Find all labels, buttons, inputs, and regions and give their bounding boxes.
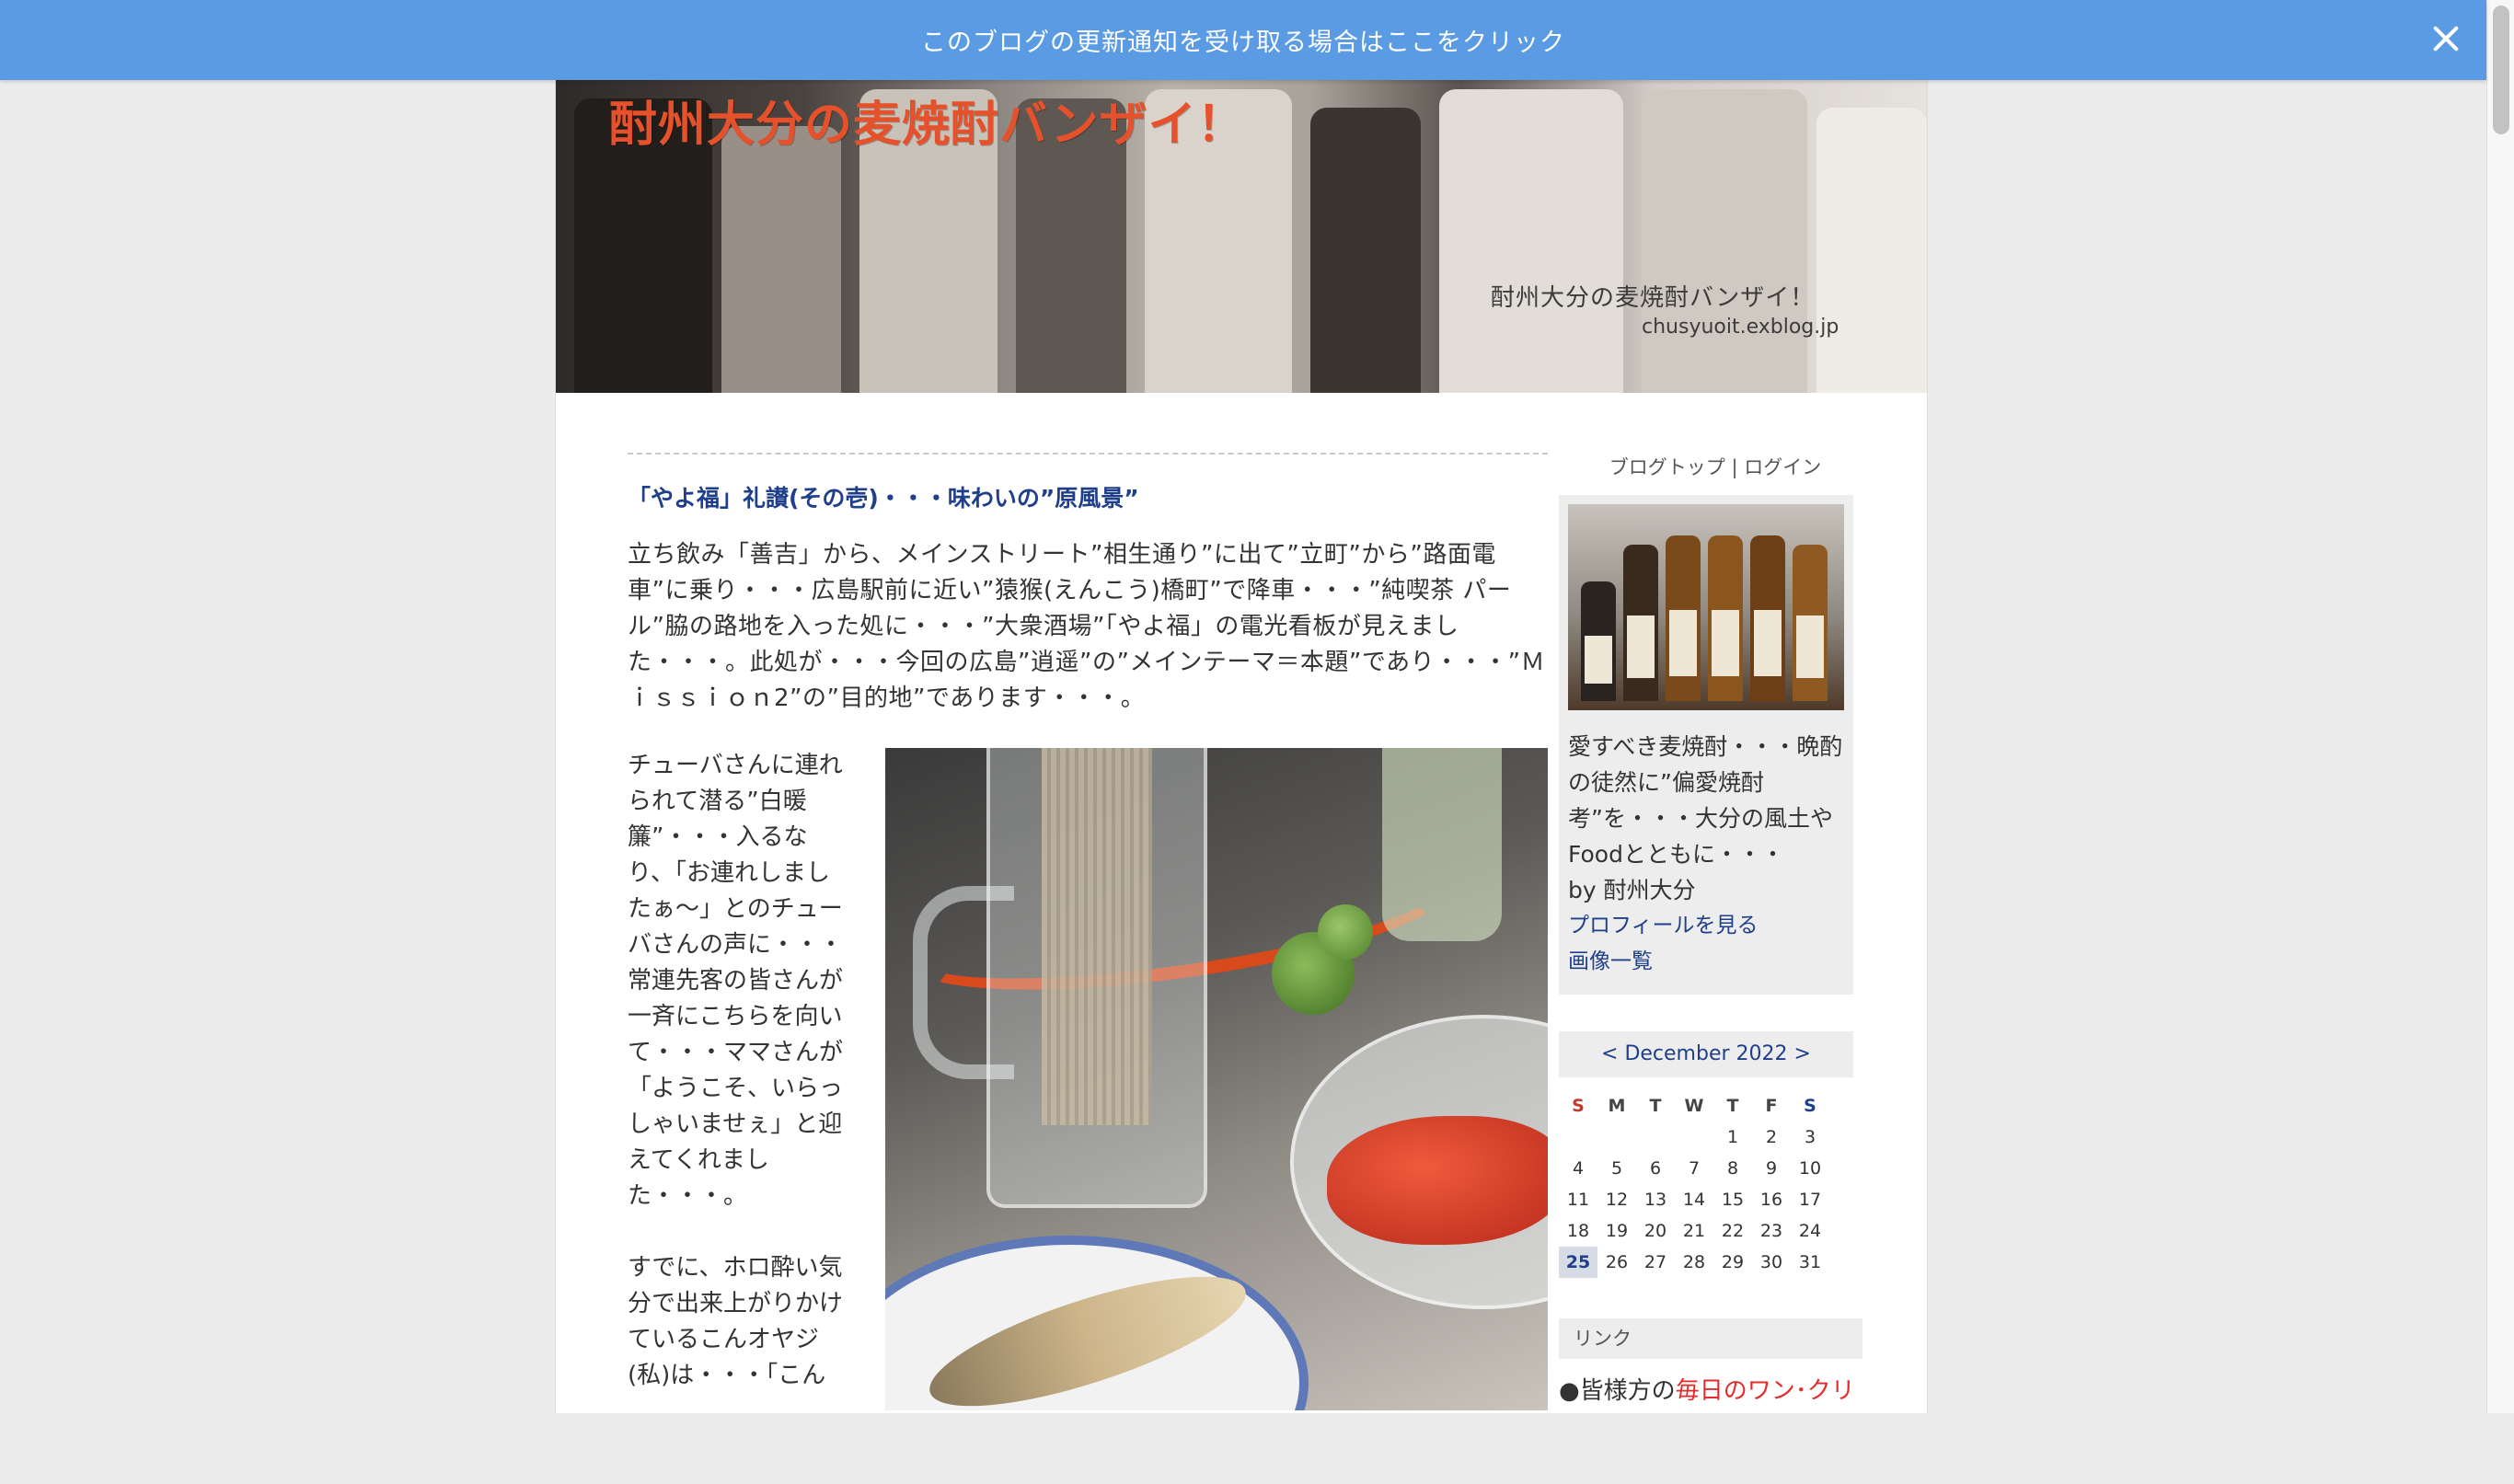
calendar-day[interactable]: 19 (1597, 1215, 1636, 1247)
header-banner[interactable]: 酎州大分の麦焼酎バンザイ！ 酎州大分の麦焼酎バンザイ！ chusyuoit.ex… (556, 80, 1927, 393)
calendar-day[interactable]: 2 (1752, 1122, 1791, 1153)
profile-link[interactable]: プロフィールを見る (1568, 908, 1844, 944)
calendar-day[interactable]: 30 (1752, 1247, 1791, 1278)
post-paragraph: チューバさんに連れられて潜る”白暖簾”・・・入るなり、「お連れしましたぁ～」との… (628, 752, 844, 1210)
calendar-day[interactable]: 16 (1752, 1184, 1791, 1215)
images-link[interactable]: 画像一覧 (1568, 944, 1844, 980)
link-item-prefix: ●皆様方の (1559, 1377, 1676, 1405)
calendar-empty (1597, 1122, 1636, 1153)
banner-bottle (1816, 108, 1927, 393)
blog-page: 酎州大分の麦焼酎バンザイ！ 酎州大分の麦焼酎バンザイ！ chusyuoit.ex… (555, 80, 1928, 1413)
calendar-day[interactable]: 1 (1713, 1122, 1752, 1153)
calendar: < December 2022 > S M T W T F S 1 2 3 4 5 6 7 8 9 10 11 12… (1559, 1031, 1853, 1278)
banner-bottle (1642, 89, 1807, 393)
calendar-day[interactable]: 14 (1675, 1184, 1713, 1215)
profile-box: 愛すべき麦焼酎・・・晩酌の徒然に”偏愛焼酎考”を・・・大分の風土やFoodととも… (1559, 495, 1853, 995)
calendar-day[interactable]: 24 (1791, 1215, 1829, 1247)
calendar-weekday: F (1765, 1096, 1778, 1116)
divider (628, 453, 1548, 454)
calendar-day[interactable]: 17 (1791, 1184, 1829, 1215)
calendar-empty (1559, 1122, 1597, 1153)
post-title[interactable]: 「やよ福」礼讃(その壱)・・・味わいの”原風景” (628, 480, 1548, 513)
close-icon[interactable] (2426, 18, 2466, 59)
calendar-day[interactable]: 23 (1752, 1215, 1791, 1247)
calendar-month: December 2022 (1624, 1042, 1788, 1065)
notification-text[interactable]: このブログの更新通知を受け取る場合はここをクリック (921, 22, 1565, 58)
post-paragraph: 立ち飲み「善吉」から、メインストリート”相生通り”に出て”立町”から”路面電車”… (628, 541, 1546, 712)
calendar-weekday: T (1726, 1096, 1739, 1116)
calendar-header: < December 2022 > (1559, 1031, 1853, 1077)
link-separator: | (1731, 456, 1738, 478)
scrollbar-thumb[interactable] (2493, 6, 2509, 134)
calendar-day[interactable]: 18 (1559, 1215, 1597, 1247)
blog-author: by 酎州大分 (1568, 877, 1696, 903)
calendar-day[interactable]: 10 (1791, 1153, 1829, 1184)
calendar-day[interactable]: 3 (1791, 1122, 1829, 1153)
calendar-weekday: S (1572, 1096, 1585, 1116)
calendar-day[interactable]: 29 (1713, 1247, 1752, 1278)
calendar-day[interactable]: 13 (1636, 1184, 1675, 1215)
calendar-empty (1636, 1122, 1675, 1153)
links-section-header: リンク (1559, 1318, 1862, 1359)
calendar-day[interactable]: 9 (1752, 1153, 1791, 1184)
calendar-weekday: T (1649, 1096, 1662, 1116)
banner-bottle (721, 126, 841, 393)
post-body: 立ち飲み「善吉」から、メインストリート”相生通り”に出て”立町”から”路面電車”… (628, 537, 1548, 717)
calendar-day[interactable]: 6 (1636, 1153, 1675, 1184)
notification-bar[interactable]: このブログの更新通知を受け取る場合はここをクリック (0, 0, 2486, 80)
calendar-day[interactable]: 26 (1597, 1247, 1636, 1278)
calendar-prev-button[interactable]: < (1601, 1042, 1618, 1065)
blog-subtitle: 酎州大分の麦焼酎バンザイ！ (1491, 284, 1816, 312)
calendar-day[interactable]: 11 (1559, 1184, 1597, 1215)
calendar-next-button[interactable]: > (1794, 1042, 1811, 1065)
sidebar: ブログトップ | ログイン 愛すべき麦焼酎・・・晩酌の徒然に”偏愛焼酎考”を・・… (1559, 453, 1872, 1406)
calendar-day[interactable]: 20 (1636, 1215, 1675, 1247)
calendar-day[interactable]: 28 (1675, 1247, 1713, 1278)
link-item-anchor[interactable]: 毎日のワン･クリ (1676, 1377, 1855, 1405)
calendar-day[interactable]: 25 (1559, 1247, 1597, 1278)
post-media-section: チューバさんに連れられて潜る”白暖簾”・・・入るなり、「お連れしましたぁ～」との… (628, 748, 1548, 1484)
profile-photo[interactable] (1568, 504, 1844, 710)
banner-bottle (1310, 108, 1421, 393)
blog-title[interactable]: 酎州大分の麦焼酎バンザイ！ (609, 86, 1246, 155)
calendar-day[interactable]: 15 (1713, 1184, 1752, 1215)
calendar-grid: S M T W T F S 1 2 3 4 5 6 7 8 9 10 11 12 13 14 15 16 17 18 19 20 21… (1559, 1090, 1853, 1278)
post-photo[interactable] (885, 748, 1548, 1410)
calendar-day[interactable]: 21 (1675, 1215, 1713, 1247)
calendar-day[interactable]: 27 (1636, 1247, 1675, 1278)
calendar-weekday: M (1608, 1096, 1626, 1116)
post-side-text: チューバさんに連れられて潜る”白暖簾”・・・入るなり、「お連れしましたぁ～」との… (628, 748, 853, 1430)
sidebar-top-links: ブログトップ | ログイン (1559, 453, 1872, 480)
calendar-empty (1675, 1122, 1713, 1153)
calendar-day[interactable]: 22 (1713, 1215, 1752, 1247)
calendar-day[interactable]: 12 (1597, 1184, 1636, 1215)
calendar-day[interactable]: 31 (1791, 1247, 1829, 1278)
scrollbar[interactable] (2486, 0, 2514, 1413)
calendar-day[interactable]: 5 (1597, 1153, 1636, 1184)
post-paragraph: すでに、ホロ酔い気分で出来上がりかけているこんオヤジ(私)は・・・「こん (628, 1254, 844, 1389)
calendar-weekday: S (1804, 1096, 1816, 1116)
login-link[interactable]: ログイン (1744, 456, 1821, 478)
calendar-day[interactable]: 8 (1713, 1153, 1752, 1184)
blog-top-link[interactable]: ブログトップ (1609, 456, 1725, 478)
calendar-day[interactable]: 7 (1675, 1153, 1713, 1184)
calendar-day[interactable]: 4 (1559, 1153, 1597, 1184)
link-item: ●皆様方の毎日のワン･クリ (1559, 1372, 1872, 1406)
main-content: 「やよ福」礼讃(その壱)・・・味わいの”原風景” 立ち飲み「善吉」から、メインス… (628, 453, 1548, 1484)
calendar-weekday: W (1684, 1096, 1704, 1116)
blog-url: chusyuoit.exblog.jp (1642, 316, 1839, 339)
blog-description: 愛すべき麦焼酎・・・晩酌の徒然に”偏愛焼酎考”を・・・大分の風土やFoodととも… (1568, 733, 1843, 868)
banner-bottle (1439, 89, 1623, 393)
